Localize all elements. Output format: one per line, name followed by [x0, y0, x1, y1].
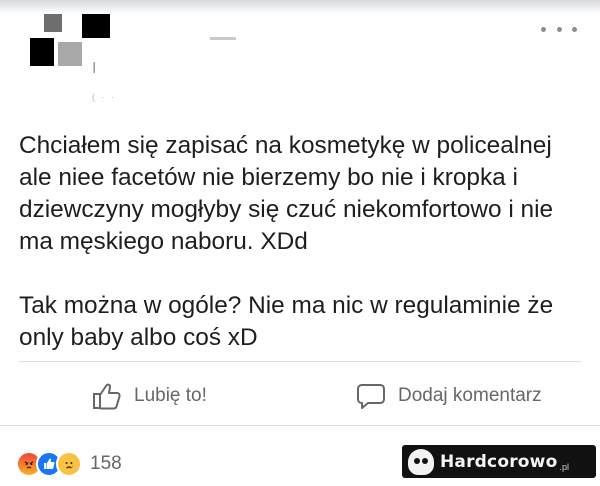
censor-block [44, 14, 62, 32]
censor-block [58, 42, 82, 66]
sad-icon [56, 451, 82, 477]
post-actions: Lubię to! Dodaj komentarz [0, 372, 600, 420]
more-options-icon[interactable] [541, 20, 577, 38]
watermark-logo: Hardcorowo .pl [402, 445, 596, 478]
comment-icon [356, 382, 386, 410]
divider [19, 361, 581, 362]
author-name-blurred[interactable] [210, 37, 236, 40]
thumbs-up-icon [92, 382, 122, 410]
post-meta-blurred: ( · · [92, 92, 116, 102]
censor-block [62, 14, 82, 34]
like-button[interactable]: Lubię to! [92, 382, 207, 410]
like-label: Lubię to! [134, 385, 207, 406]
watermark-tld: .pl [559, 462, 569, 472]
skull-icon [408, 448, 434, 475]
author-initial: I [92, 60, 97, 77]
post-paragraph: Tak można w ogóle? Nie ma nic w regulami… [19, 292, 554, 351]
avatar[interactable] [30, 14, 110, 68]
censor-block [82, 14, 110, 38]
top-shadow [0, 0, 600, 14]
comment-label: Dodaj komentarz [398, 385, 542, 406]
watermark-text: Hardcorowo [440, 451, 558, 472]
divider [0, 425, 600, 426]
comment-button[interactable]: Dodaj komentarz [356, 382, 542, 410]
censor-block [30, 38, 54, 66]
reaction-count: 158 [90, 453, 122, 474]
reactions-summary[interactable]: 158 [16, 449, 122, 479]
post-paragraph: Chciałem się zapisać na kosmetykę w poli… [19, 132, 554, 255]
post-body: Chciałem się zapisać na kosmetykę w poli… [19, 130, 589, 354]
